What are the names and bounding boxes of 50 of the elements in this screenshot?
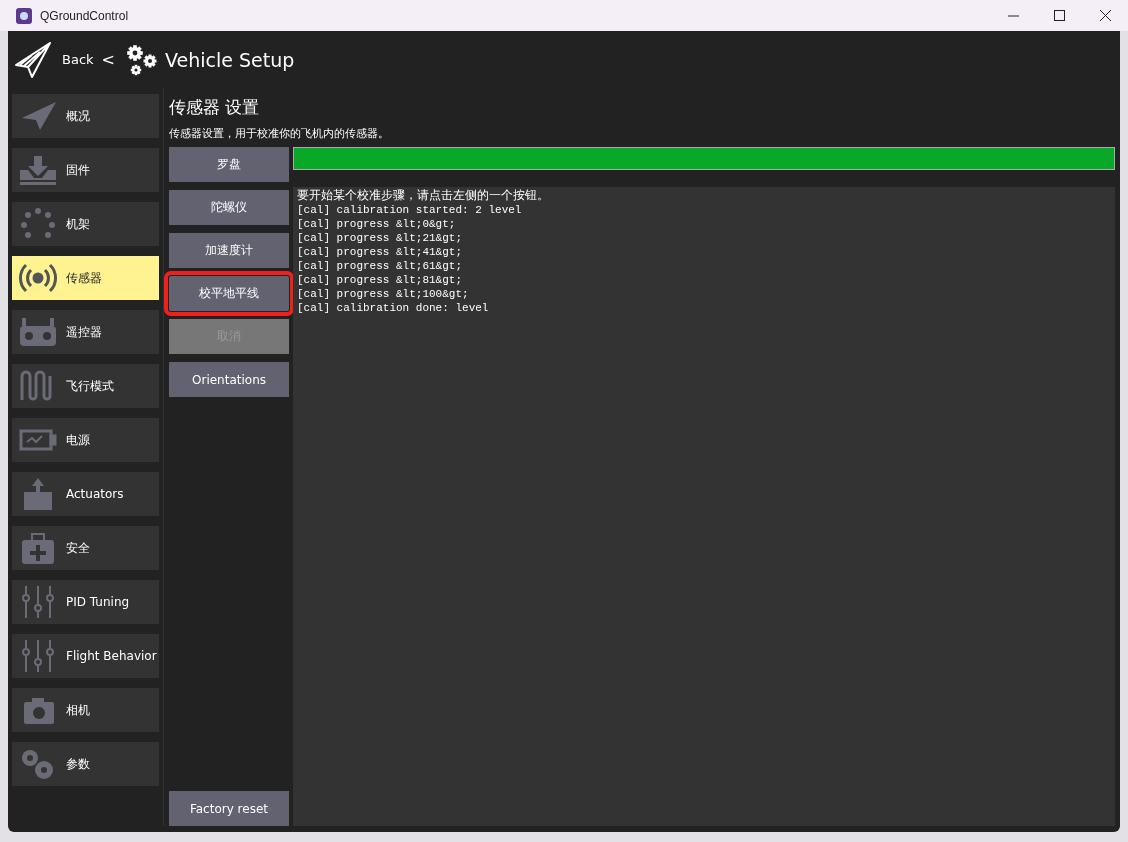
sidebar-item[interactable]: 安全: [12, 526, 159, 570]
console-line: [cal] progress &lt;100&gt;: [297, 287, 470, 301]
sidebar-item-label: 遥控器: [66, 323, 102, 341]
sidebar-item[interactable]: 相机: [12, 688, 159, 732]
sidebar-item-label: 飞行模式: [66, 377, 114, 395]
sidebar-item[interactable]: 固件: [12, 148, 159, 192]
console-line: [cal] progress &lt;0&gt;: [297, 217, 457, 231]
console-line: [cal] calibration started: 2 level: [297, 203, 523, 217]
calibration-button[interactable]: 陀螺仪: [169, 190, 289, 225]
section-title: 传感器 设置: [169, 96, 261, 119]
breadcrumb-separator: <: [101, 50, 115, 69]
sidebar-item-label: 相机: [66, 701, 90, 719]
sidebar-item[interactable]: Flight Behavior: [12, 634, 159, 678]
sidebar-item-label: Flight Behavior: [66, 649, 157, 663]
console-line: [cal] progress &lt;61&gt;: [297, 259, 464, 273]
sidebar-item-label: 机架: [66, 215, 90, 233]
close-icon: [1099, 10, 1111, 21]
sidebar-item-label: 安全: [66, 539, 90, 557]
sidebar-item[interactable]: 飞行模式: [12, 364, 159, 408]
factory-reset-button[interactable]: Factory reset: [169, 791, 289, 826]
console-line: [cal] progress &lt;41&gt;: [297, 245, 464, 259]
console-line: [cal] calibration done: level: [297, 301, 490, 315]
calibration-button[interactable]: 加速度计: [169, 233, 289, 268]
sidebar-item[interactable]: 传感器: [12, 256, 159, 300]
paper-plane-icon[interactable]: [14, 40, 52, 79]
sidebar-item[interactable]: Actuators: [12, 472, 159, 516]
calibration-button[interactable]: 罗盘: [169, 147, 289, 182]
sidebar-item-label: 固件: [66, 161, 90, 179]
sidebar-item-label: 参数: [66, 755, 90, 773]
sidebar-item[interactable]: 概况: [12, 94, 159, 138]
sidebar-item[interactable]: 遥控器: [12, 310, 159, 354]
section-description: 传感器设置，用于校准你的飞机内的传感器。: [169, 126, 390, 142]
maximize-icon: [1053, 10, 1065, 21]
page-header-title: Vehicle Setup: [164, 48, 295, 71]
sidebar-item[interactable]: 机架: [12, 202, 159, 246]
sidebar-item[interactable]: 电源: [12, 418, 159, 462]
sidebar-item-label: 传感器: [66, 269, 102, 287]
sidebar-item-label: 概况: [66, 107, 90, 125]
sidebar-item[interactable]: 参数: [12, 742, 159, 786]
sidebar-item[interactable]: PID Tuning: [12, 580, 159, 624]
back-link[interactable]: Back: [62, 52, 94, 67]
window-title: QGroundControl: [40, 8, 129, 23]
app-logo-icon: [16, 7, 32, 24]
console-line: [cal] progress &lt;21&gt;: [297, 231, 464, 245]
console-line: 要开始某个校准步骤，请点击左侧的一个按钮。: [297, 189, 550, 203]
calibration-button[interactable]: Orientations: [169, 362, 289, 397]
sidebar-item-label: Actuators: [66, 487, 124, 501]
console-line: [cal] progress &lt;81&gt;: [297, 273, 464, 287]
sidebar-item-label: 电源: [66, 431, 90, 449]
sidebar-item-label: PID Tuning: [66, 595, 130, 609]
